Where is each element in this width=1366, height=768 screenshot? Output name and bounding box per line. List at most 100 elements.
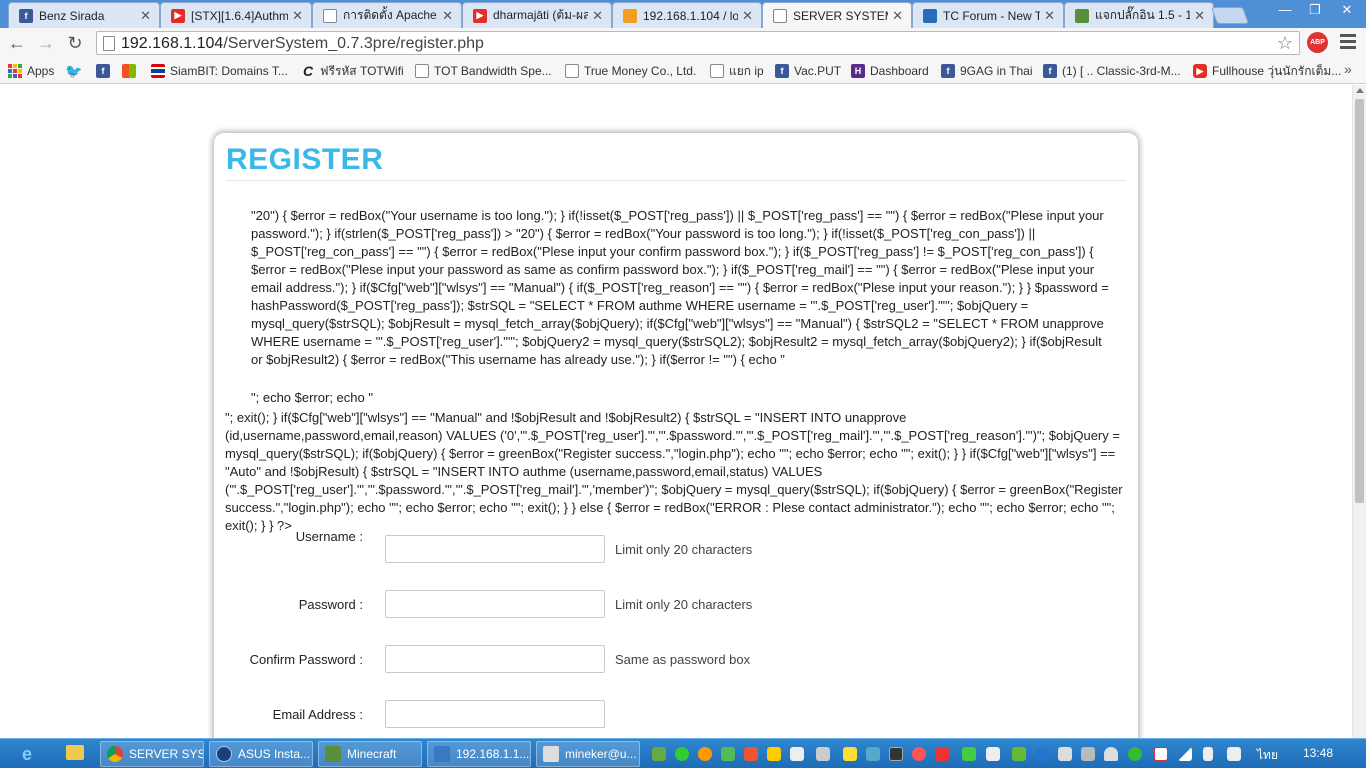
- password-input[interactable]: [385, 590, 605, 618]
- confirm-password-input[interactable]: [385, 645, 605, 673]
- tray-warning-icon[interactable]: [843, 747, 857, 761]
- tray-app-icon[interactable]: [652, 747, 666, 761]
- tray-orange-icon[interactable]: [698, 747, 712, 761]
- tab-title: การติดตั้ง Apache, F: [343, 8, 439, 22]
- taskbar-item-putty[interactable]: mineker@u...: [536, 741, 640, 767]
- tab-1[interactable]: ▶ [STX][1.6.4]Authme ✕: [160, 2, 312, 28]
- minimize-button[interactable]: —: [1272, 2, 1298, 17]
- bookmark-ip[interactable]: แยก ip: [710, 62, 764, 80]
- chrome-menu-icon[interactable]: [1340, 34, 1356, 52]
- close-icon[interactable]: ✕: [140, 8, 151, 24]
- bookmark-facebook[interactable]: f: [96, 62, 115, 80]
- taskbar-item-asus[interactable]: ASUS Insta...: [209, 741, 313, 767]
- close-icon[interactable]: ✕: [592, 8, 603, 24]
- tray-app-icon[interactable]: [912, 747, 926, 761]
- bookmark-vac-put[interactable]: f Vac.PUT: [775, 62, 841, 80]
- password-label: Password :: [298, 597, 363, 612]
- taskbar-item-chrome[interactable]: SERVER SYS...: [100, 741, 204, 767]
- apps-icon: [8, 64, 22, 78]
- notification-icon[interactable]: [1104, 747, 1118, 761]
- battery-icon[interactable]: [1203, 747, 1213, 761]
- bookmark-classic[interactable]: f (1) [ .. Classic-3rd-M...: [1043, 62, 1181, 80]
- close-icon[interactable]: ✕: [742, 8, 753, 24]
- maximize-button[interactable]: ❐: [1302, 2, 1328, 18]
- page-icon: [710, 64, 724, 78]
- reload-button[interactable]: ↻: [64, 32, 86, 54]
- tray-check-icon[interactable]: [675, 747, 689, 761]
- close-icon[interactable]: ✕: [442, 8, 453, 24]
- clock[interactable]: 13:48: [1303, 746, 1333, 760]
- close-icon[interactable]: ✕: [892, 8, 903, 24]
- bookmark-apps[interactable]: Apps: [8, 62, 54, 80]
- bookmark-label: 9GAG in Thai: [960, 64, 1033, 78]
- tray-yellow-icon[interactable]: [767, 747, 781, 761]
- taskbar-item-minecraft[interactable]: Minecraft: [318, 741, 422, 767]
- address-bar[interactable]: 192.168.1.104/ServerSystem_0.7.3pre/regi…: [96, 31, 1300, 55]
- taskbar-item-remote[interactable]: 192.168.1.1...: [427, 741, 531, 767]
- tray-app-icon[interactable]: [962, 747, 976, 761]
- scroll-up-icon[interactable]: [1356, 88, 1364, 93]
- tray-app-icon[interactable]: [1128, 747, 1142, 761]
- tab-5[interactable]: SERVER SYSTEM : ✕: [762, 2, 912, 28]
- close-window-button[interactable]: ✕: [1334, 2, 1360, 18]
- page-icon: [103, 36, 115, 51]
- tab-6[interactable]: TC Forum - New T ✕: [912, 2, 1064, 28]
- bookmark-9gag[interactable]: f 9GAG in Thai: [941, 62, 1032, 80]
- close-icon[interactable]: ✕: [292, 8, 303, 24]
- internet-explorer-icon[interactable]: e: [22, 744, 44, 764]
- tab-7[interactable]: แจกปลั๊กอิน 1.5 - 1.7 ✕: [1064, 2, 1214, 28]
- tab-0[interactable]: f Benz Sirada ✕: [8, 2, 160, 28]
- tab-4[interactable]: 192.168.1.104 / loc ✕: [612, 2, 762, 28]
- bookmark-microsoft[interactable]: [122, 62, 141, 80]
- url-text[interactable]: 192.168.1.104/ServerSystem_0.7.3pre/regi…: [121, 35, 484, 53]
- bluetooth-icon[interactable]: [1035, 747, 1049, 761]
- tray-green-icon[interactable]: [721, 747, 735, 761]
- close-icon[interactable]: ✕: [1044, 8, 1055, 24]
- network-icon[interactable]: [1178, 747, 1192, 761]
- tray-app-icon[interactable]: [1081, 747, 1095, 761]
- tab-title: dharmajāti (ต้ม-ผส: [493, 8, 589, 22]
- tray-app-icon[interactable]: [935, 747, 949, 761]
- tab-2[interactable]: การติดตั้ง Apache, F ✕: [312, 2, 462, 28]
- adblock-icon[interactable]: ABP: [1307, 32, 1328, 53]
- close-icon[interactable]: ✕: [1194, 8, 1205, 24]
- speaker-icon[interactable]: [986, 747, 1000, 761]
- new-tab-button[interactable]: [1210, 7, 1250, 24]
- bookmark-label: แยก ip: [729, 63, 764, 78]
- nvidia-icon[interactable]: [1012, 747, 1026, 761]
- microsoft-icon: [122, 64, 136, 78]
- volume-icon[interactable]: [1227, 747, 1241, 761]
- tray-app-icon[interactable]: [1058, 747, 1072, 761]
- bookmark-siambit[interactable]: SiamBIT: Domains T...: [151, 62, 288, 80]
- tray-app-icon[interactable]: [889, 747, 903, 761]
- confirm-password-label: Confirm Password :: [249, 652, 363, 667]
- bookmark-twitter[interactable]: 🐦: [65, 62, 86, 80]
- scrollbar-thumb[interactable]: [1355, 99, 1364, 503]
- back-button[interactable]: ←: [6, 32, 28, 54]
- bookmark-dashboard[interactable]: H Dashboard: [851, 62, 929, 80]
- language-indicator[interactable]: ไทย: [1257, 746, 1278, 765]
- tray-app-icon[interactable]: [866, 747, 880, 761]
- forward-button[interactable]: →: [35, 32, 57, 54]
- tray-ccleaner-icon[interactable]: [744, 747, 758, 761]
- email-input[interactable]: [385, 700, 605, 728]
- action-center-icon[interactable]: [1154, 747, 1168, 761]
- confirm-password-hint: Same as password box: [615, 652, 751, 667]
- bookmark-star-icon[interactable]: ☆: [1277, 33, 1293, 54]
- tray-tool-icon[interactable]: [816, 747, 830, 761]
- file-explorer-icon[interactable]: [58, 742, 94, 766]
- bookmark-totwifi[interactable]: C ฟรีรหัส TOTWifi: [301, 62, 404, 80]
- bookmarks-overflow-button[interactable]: »: [1344, 61, 1352, 77]
- bookmark-fullhouse[interactable]: ▶ Fullhouse วุ่นนักรักเต็ม...: [1193, 62, 1341, 80]
- bookmark-true-money[interactable]: True Money Co., Ltd.: [565, 62, 696, 80]
- page-scrollbar[interactable]: [1352, 85, 1366, 738]
- h-icon: H: [851, 64, 865, 78]
- tray-tool-icon[interactable]: [790, 747, 804, 761]
- confirm-password-row: Confirm Password : Same as password box: [214, 645, 1134, 673]
- tab-3[interactable]: ▶ dharmajāti (ต้ม-ผส ✕: [462, 2, 612, 28]
- bookmark-tot-bandwidth[interactable]: TOT Bandwidth Spe...: [415, 62, 552, 80]
- chrome-icon: [107, 746, 123, 762]
- username-input[interactable]: [385, 535, 605, 563]
- minecraft-icon: [1075, 8, 1089, 23]
- page-viewport: REGISTER "20") { $error = redBox("Your u…: [0, 85, 1366, 738]
